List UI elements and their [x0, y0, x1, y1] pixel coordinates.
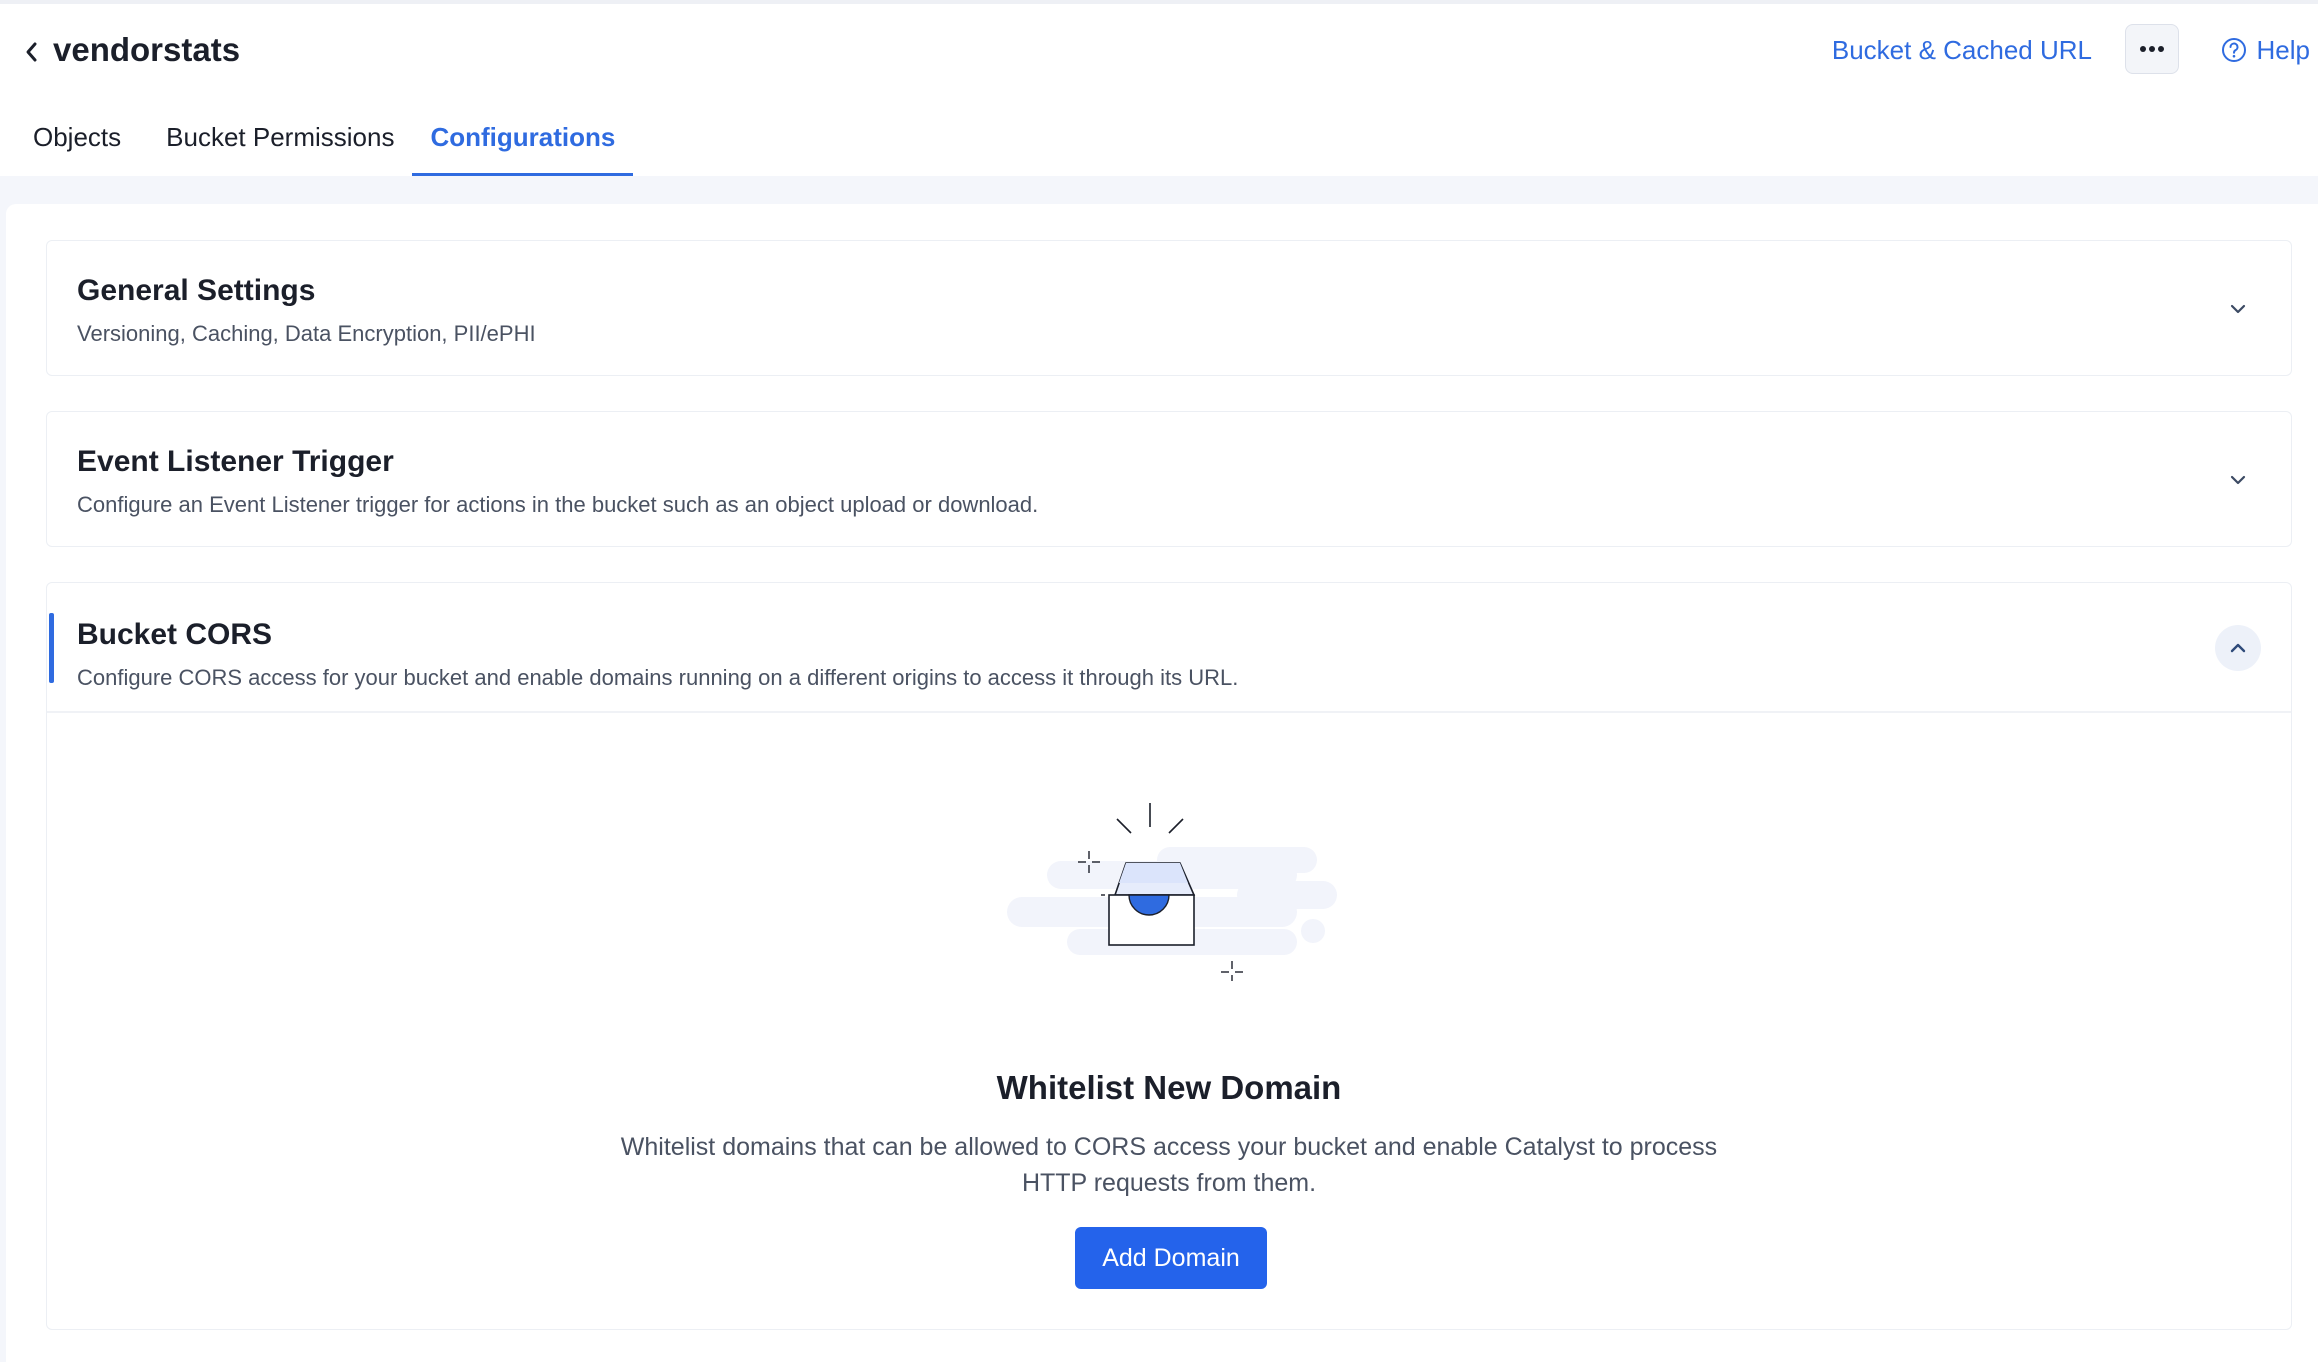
expand-toggle[interactable] — [2215, 286, 2261, 332]
configurations-panel: General Settings Versioning, Caching, Da… — [6, 204, 2318, 1362]
help-circle-icon — [2221, 38, 2246, 62]
section-subtitle: Configure an Event Listener trigger for … — [77, 492, 1039, 517]
more-options-button[interactable] — [2125, 24, 2179, 74]
add-domain-button[interactable]: Add Domain — [1075, 1227, 1267, 1289]
tab-bar: Objects Bucket Permissions Configuration… — [0, 100, 634, 180]
page-title: vendorstats — [53, 31, 241, 68]
general-settings-section[interactable]: General Settings Versioning, Caching, Da… — [46, 240, 2292, 376]
section-title: General Settings — [77, 274, 316, 307]
section-title: Event Listener Trigger — [77, 445, 394, 478]
help-link[interactable]: Help — [2221, 32, 2310, 68]
expand-toggle[interactable] — [2215, 457, 2261, 503]
help-label: Help — [2256, 35, 2310, 65]
bucket-cached-url-link[interactable]: Bucket & Cached URL — [1832, 32, 2092, 68]
event-listener-trigger-section[interactable]: Event Listener Trigger Configure an Even… — [46, 411, 2292, 547]
section-divider — [47, 711, 2291, 713]
chevron-down-icon — [2230, 475, 2246, 485]
chevron-down-icon — [2230, 304, 2246, 314]
tab-objects[interactable]: Objects — [0, 100, 148, 176]
tab-configurations[interactable]: Configurations — [412, 100, 634, 176]
section-subtitle: Versioning, Caching, Data Encryption, PI… — [77, 321, 536, 346]
page-header: vendorstats Bucket & Cached URL Help Obj… — [0, 4, 2318, 176]
empty-tray-illustration — [1007, 803, 1337, 981]
collapse-toggle[interactable] — [2215, 625, 2261, 671]
empty-state-title: Whitelist New Domain — [996, 1069, 1342, 1106]
chevron-up-icon — [2230, 643, 2246, 653]
more-horizontal-icon — [2140, 46, 2164, 52]
section-title: Bucket CORS — [77, 618, 273, 651]
active-section-indicator — [49, 613, 54, 683]
tab-bucket-permissions[interactable]: Bucket Permissions — [148, 100, 412, 176]
empty-state-description: Whitelist domains that can be allowed to… — [620, 1133, 1718, 1197]
bucket-cors-section: Bucket CORS Configure CORS access for yo… — [46, 582, 2292, 1330]
chevron-left-icon — [26, 42, 37, 62]
back-button[interactable] — [14, 34, 50, 70]
section-subtitle: Configure CORS access for your bucket an… — [77, 665, 1239, 690]
